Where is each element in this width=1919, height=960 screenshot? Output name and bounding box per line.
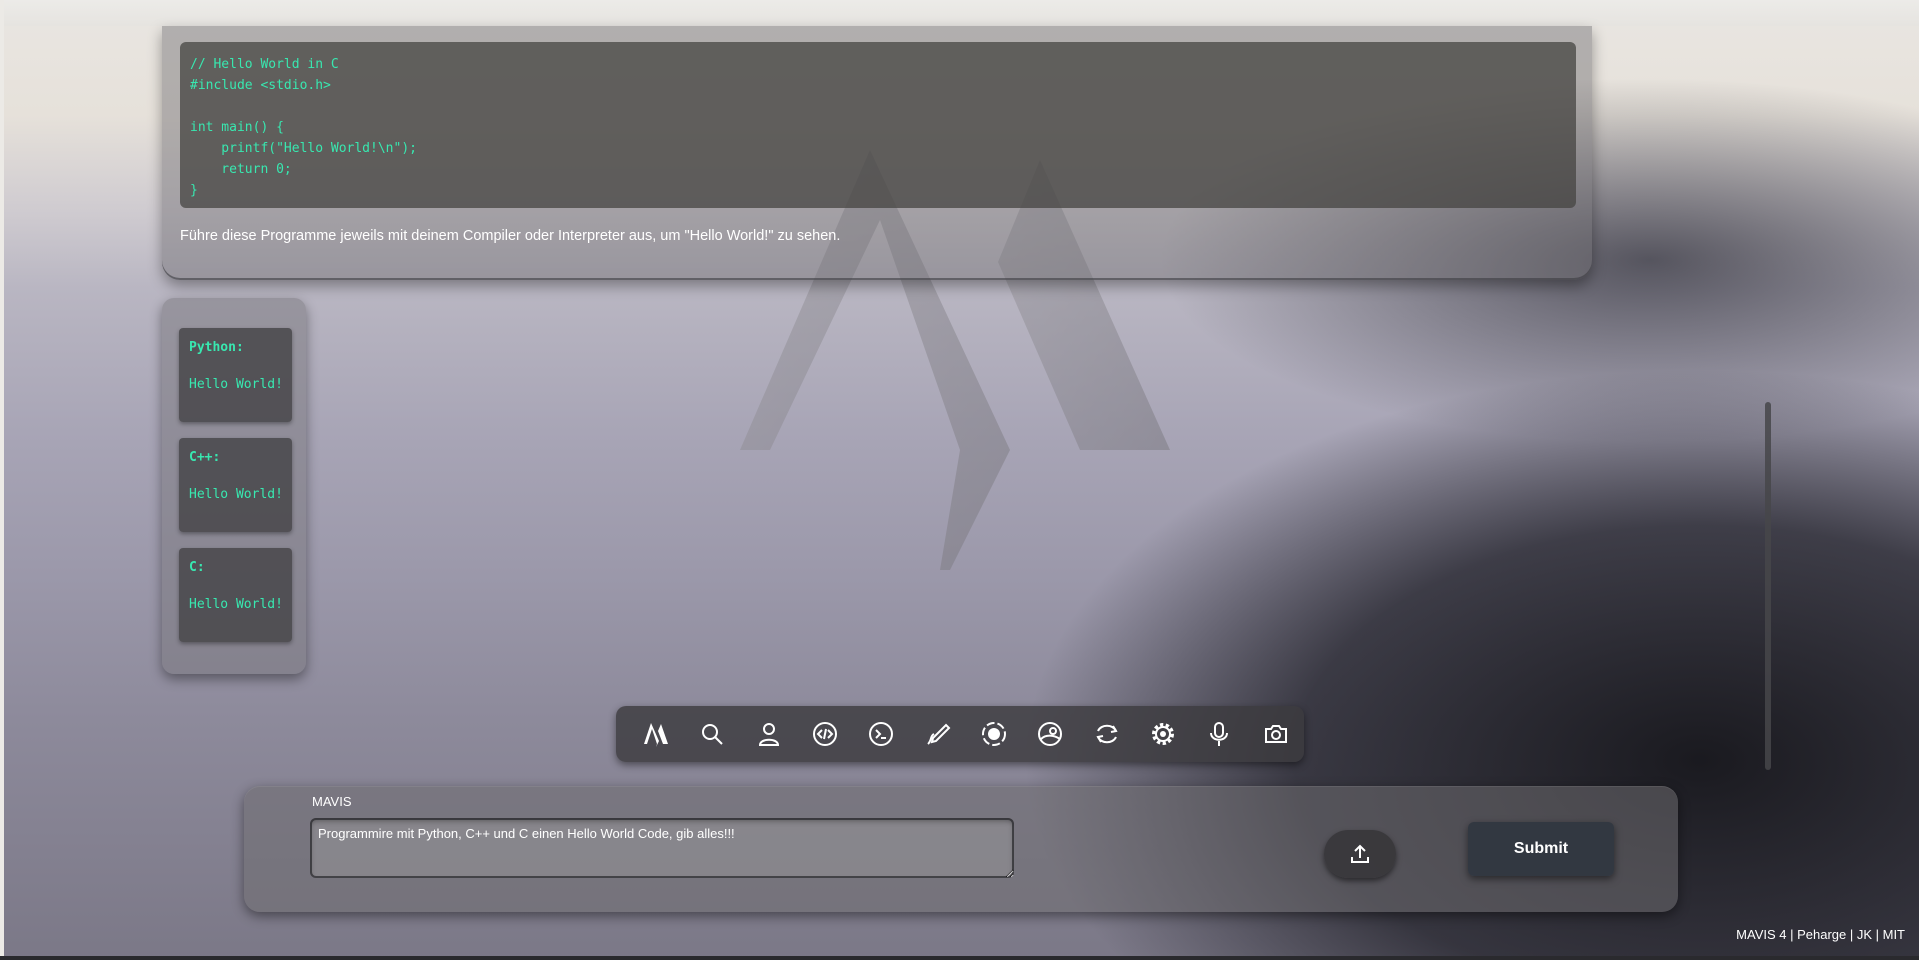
camera-button[interactable] (1248, 712, 1304, 756)
profile-icon (1038, 722, 1063, 746)
microphone-button[interactable] (1191, 712, 1247, 756)
prompt-input[interactable] (310, 818, 1014, 878)
scrollbar[interactable] (1765, 402, 1771, 770)
settings-icon (1152, 723, 1175, 745)
toolbar (616, 706, 1304, 762)
record-button[interactable] (966, 712, 1022, 756)
output-card-cpp: C++: Hello World! (179, 438, 292, 532)
window-top-edge (0, 0, 1919, 26)
output-lang-label: C++: (189, 450, 221, 465)
output-card-python: Python: Hello World! (179, 328, 292, 422)
input-label: MAVIS (312, 794, 352, 809)
window-left-edge (0, 0, 4, 960)
output-text: Hello World! (189, 487, 283, 502)
code-text: // Hello World in C #include <stdio.h> i… (190, 57, 417, 198)
submit-button[interactable]: Submit (1468, 822, 1614, 876)
output-lang-label: C: (189, 560, 205, 575)
mavis-logo-icon (644, 723, 669, 747)
code-block: // Hello World in C #include <stdio.h> i… (180, 42, 1576, 208)
code-button[interactable] (797, 712, 853, 756)
upload-button[interactable] (1324, 830, 1396, 878)
response-text: Führe diese Programme jeweils mit deinem… (180, 228, 841, 244)
upload-icon (1351, 844, 1369, 863)
mavis-logo-button[interactable] (628, 712, 684, 756)
settings-button[interactable] (1135, 712, 1191, 756)
terminal-button[interactable] (853, 712, 909, 756)
user-button[interactable] (741, 712, 797, 756)
window-bottom-edge (0, 956, 1919, 960)
code-icon (813, 722, 838, 746)
user-icon (758, 723, 779, 746)
output-text: Hello World! (189, 377, 283, 392)
record-icon (982, 722, 1007, 746)
search-button[interactable] (684, 712, 740, 756)
camera-icon (1264, 725, 1287, 743)
assistant-response-panel: // Hello World in C #include <stdio.h> i… (162, 26, 1592, 280)
output-text: Hello World! (189, 597, 283, 612)
search-icon (702, 724, 724, 745)
refresh-icon (1096, 724, 1118, 744)
terminal-icon (869, 722, 894, 746)
footer-credits: MAVIS 4 | Peharge | JK | MIT (1736, 927, 1905, 942)
output-lang-label: Python: (189, 340, 244, 355)
output-card-c: C: Hello World! (179, 548, 292, 642)
profile-button[interactable] (1022, 712, 1078, 756)
input-panel: MAVIS Submit (244, 786, 1678, 912)
refresh-button[interactable] (1079, 712, 1135, 756)
output-panel: Python: Hello World! C++: Hello World! C… (162, 298, 306, 674)
draw-icon (927, 723, 951, 745)
draw-button[interactable] (910, 712, 966, 756)
microphone-icon (1210, 722, 1229, 746)
